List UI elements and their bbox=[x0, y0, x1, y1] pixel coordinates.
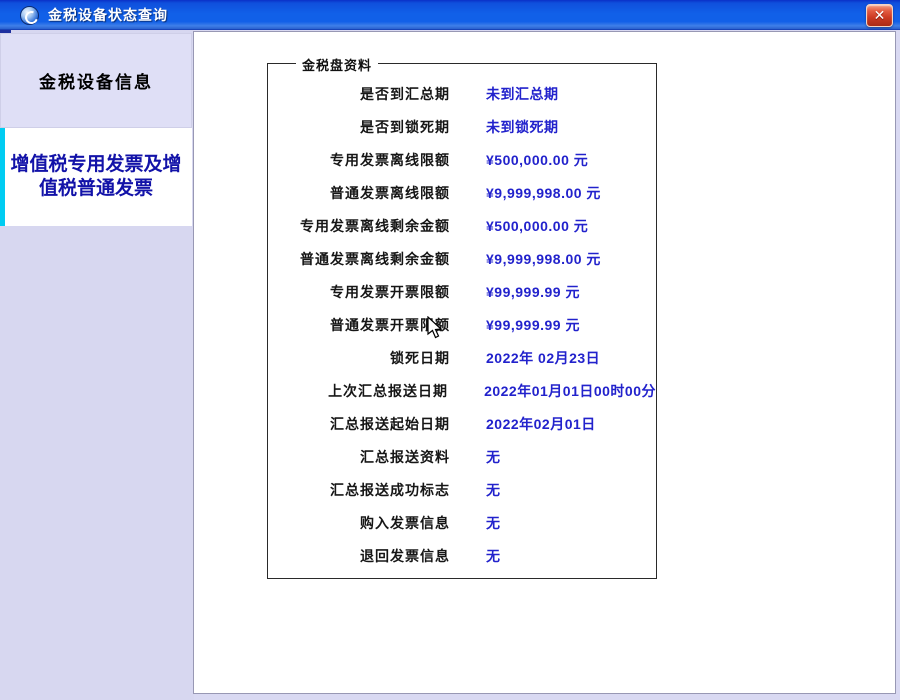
row-label: 普通发票开票限额 bbox=[268, 315, 450, 335]
row-label: 汇总报送资料 bbox=[268, 447, 450, 467]
row-label: 是否到锁死期 bbox=[268, 117, 450, 137]
window-title: 金税设备状态查询 bbox=[48, 5, 168, 25]
row-label: 专用发票离线限额 bbox=[268, 150, 450, 170]
row-label: 汇总报送起始日期 bbox=[268, 414, 450, 434]
row-value: 2022年02月01日 bbox=[486, 414, 596, 434]
tax-disk-groupbox: 金税盘资料 是否到汇总期 未到汇总期 是否到锁死期 未到锁死期 专用发票离线限额… bbox=[267, 63, 657, 579]
app-icon bbox=[20, 6, 39, 25]
row-value: 无 bbox=[486, 447, 501, 467]
sidebar-item-label: 金税设备信息 bbox=[39, 68, 153, 93]
row-value: 无 bbox=[486, 513, 501, 533]
row-label: 购入发票信息 bbox=[268, 513, 450, 533]
row-value: ¥99,999.99 元 bbox=[486, 315, 580, 335]
status-row: 是否到汇总期 未到汇总期 bbox=[268, 77, 656, 110]
status-row: 汇总报送资料 无 bbox=[268, 440, 656, 473]
row-value: ¥500,000.00 元 bbox=[486, 216, 588, 236]
title-bar: 金税设备状态查询 ✕ bbox=[0, 0, 900, 30]
close-button[interactable]: ✕ bbox=[866, 4, 893, 27]
row-label: 是否到汇总期 bbox=[268, 84, 450, 104]
main-panel: 金税盘资料 是否到汇总期 未到汇总期 是否到锁死期 未到锁死期 专用发票离线限额… bbox=[193, 31, 896, 694]
row-value: 未到汇总期 bbox=[486, 84, 559, 104]
status-row: 汇总报送起始日期 2022年02月01日 bbox=[268, 407, 656, 440]
row-value: 无 bbox=[486, 546, 501, 566]
status-row: 专用发票离线剩余金额 ¥500,000.00 元 bbox=[268, 209, 656, 242]
row-value: 2022年01月01日00时00分 bbox=[484, 381, 656, 401]
status-row: 普通发票离线限额 ¥9,999,998.00 元 bbox=[268, 176, 656, 209]
sidebar-item-vat-invoices[interactable]: 增值税专用发票及增值税普通发票 bbox=[0, 128, 192, 226]
status-rows: 是否到汇总期 未到汇总期 是否到锁死期 未到锁死期 专用发票离线限额 ¥500,… bbox=[268, 64, 656, 572]
status-row: 购入发票信息 无 bbox=[268, 506, 656, 539]
status-row: 上次汇总报送日期 2022年01月01日00时00分 bbox=[268, 374, 656, 407]
sidebar-item-device-info[interactable]: 金税设备信息 bbox=[0, 33, 192, 128]
row-label: 锁死日期 bbox=[268, 348, 450, 368]
status-row: 退回发票信息 无 bbox=[268, 539, 656, 572]
status-row: 专用发票开票限额 ¥99,999.99 元 bbox=[268, 275, 656, 308]
row-value: ¥99,999.99 元 bbox=[486, 282, 580, 302]
row-label: 退回发票信息 bbox=[268, 546, 450, 566]
mouse-cursor-icon bbox=[427, 316, 444, 340]
sidebar-item-label: 增值税专用发票及增值税普通发票 bbox=[6, 153, 186, 201]
row-label: 汇总报送成功标志 bbox=[268, 480, 450, 500]
selected-indicator-stripe bbox=[0, 128, 5, 226]
row-value: 未到锁死期 bbox=[486, 117, 559, 137]
status-row: 专用发票离线限额 ¥500,000.00 元 bbox=[268, 143, 656, 176]
groupbox-title: 金税盘资料 bbox=[296, 55, 378, 74]
row-value: 无 bbox=[486, 480, 501, 500]
status-row: 普通发票开票限额 ¥99,999.99 元 bbox=[268, 308, 656, 341]
row-label: 普通发票离线限额 bbox=[268, 183, 450, 203]
row-label: 上次汇总报送日期 bbox=[268, 381, 448, 401]
row-value: ¥9,999,998.00 元 bbox=[486, 249, 601, 269]
row-value: 2022年 02月23日 bbox=[486, 348, 600, 368]
status-row: 普通发票离线剩余金额 ¥9,999,998.00 元 bbox=[268, 242, 656, 275]
status-row: 汇总报送成功标志 无 bbox=[268, 473, 656, 506]
status-row: 锁死日期 2022年 02月23日 bbox=[268, 341, 656, 374]
row-value: ¥500,000.00 元 bbox=[486, 150, 588, 170]
sidebar: 金税设备信息 增值税专用发票及增值税普通发票 bbox=[0, 30, 194, 700]
status-row: 是否到锁死期 未到锁死期 bbox=[268, 110, 656, 143]
row-label: 普通发票离线剩余金额 bbox=[268, 249, 450, 269]
row-label: 专用发票开票限额 bbox=[268, 282, 450, 302]
row-label: 专用发票离线剩余金额 bbox=[268, 216, 450, 236]
row-value: ¥9,999,998.00 元 bbox=[486, 183, 601, 203]
